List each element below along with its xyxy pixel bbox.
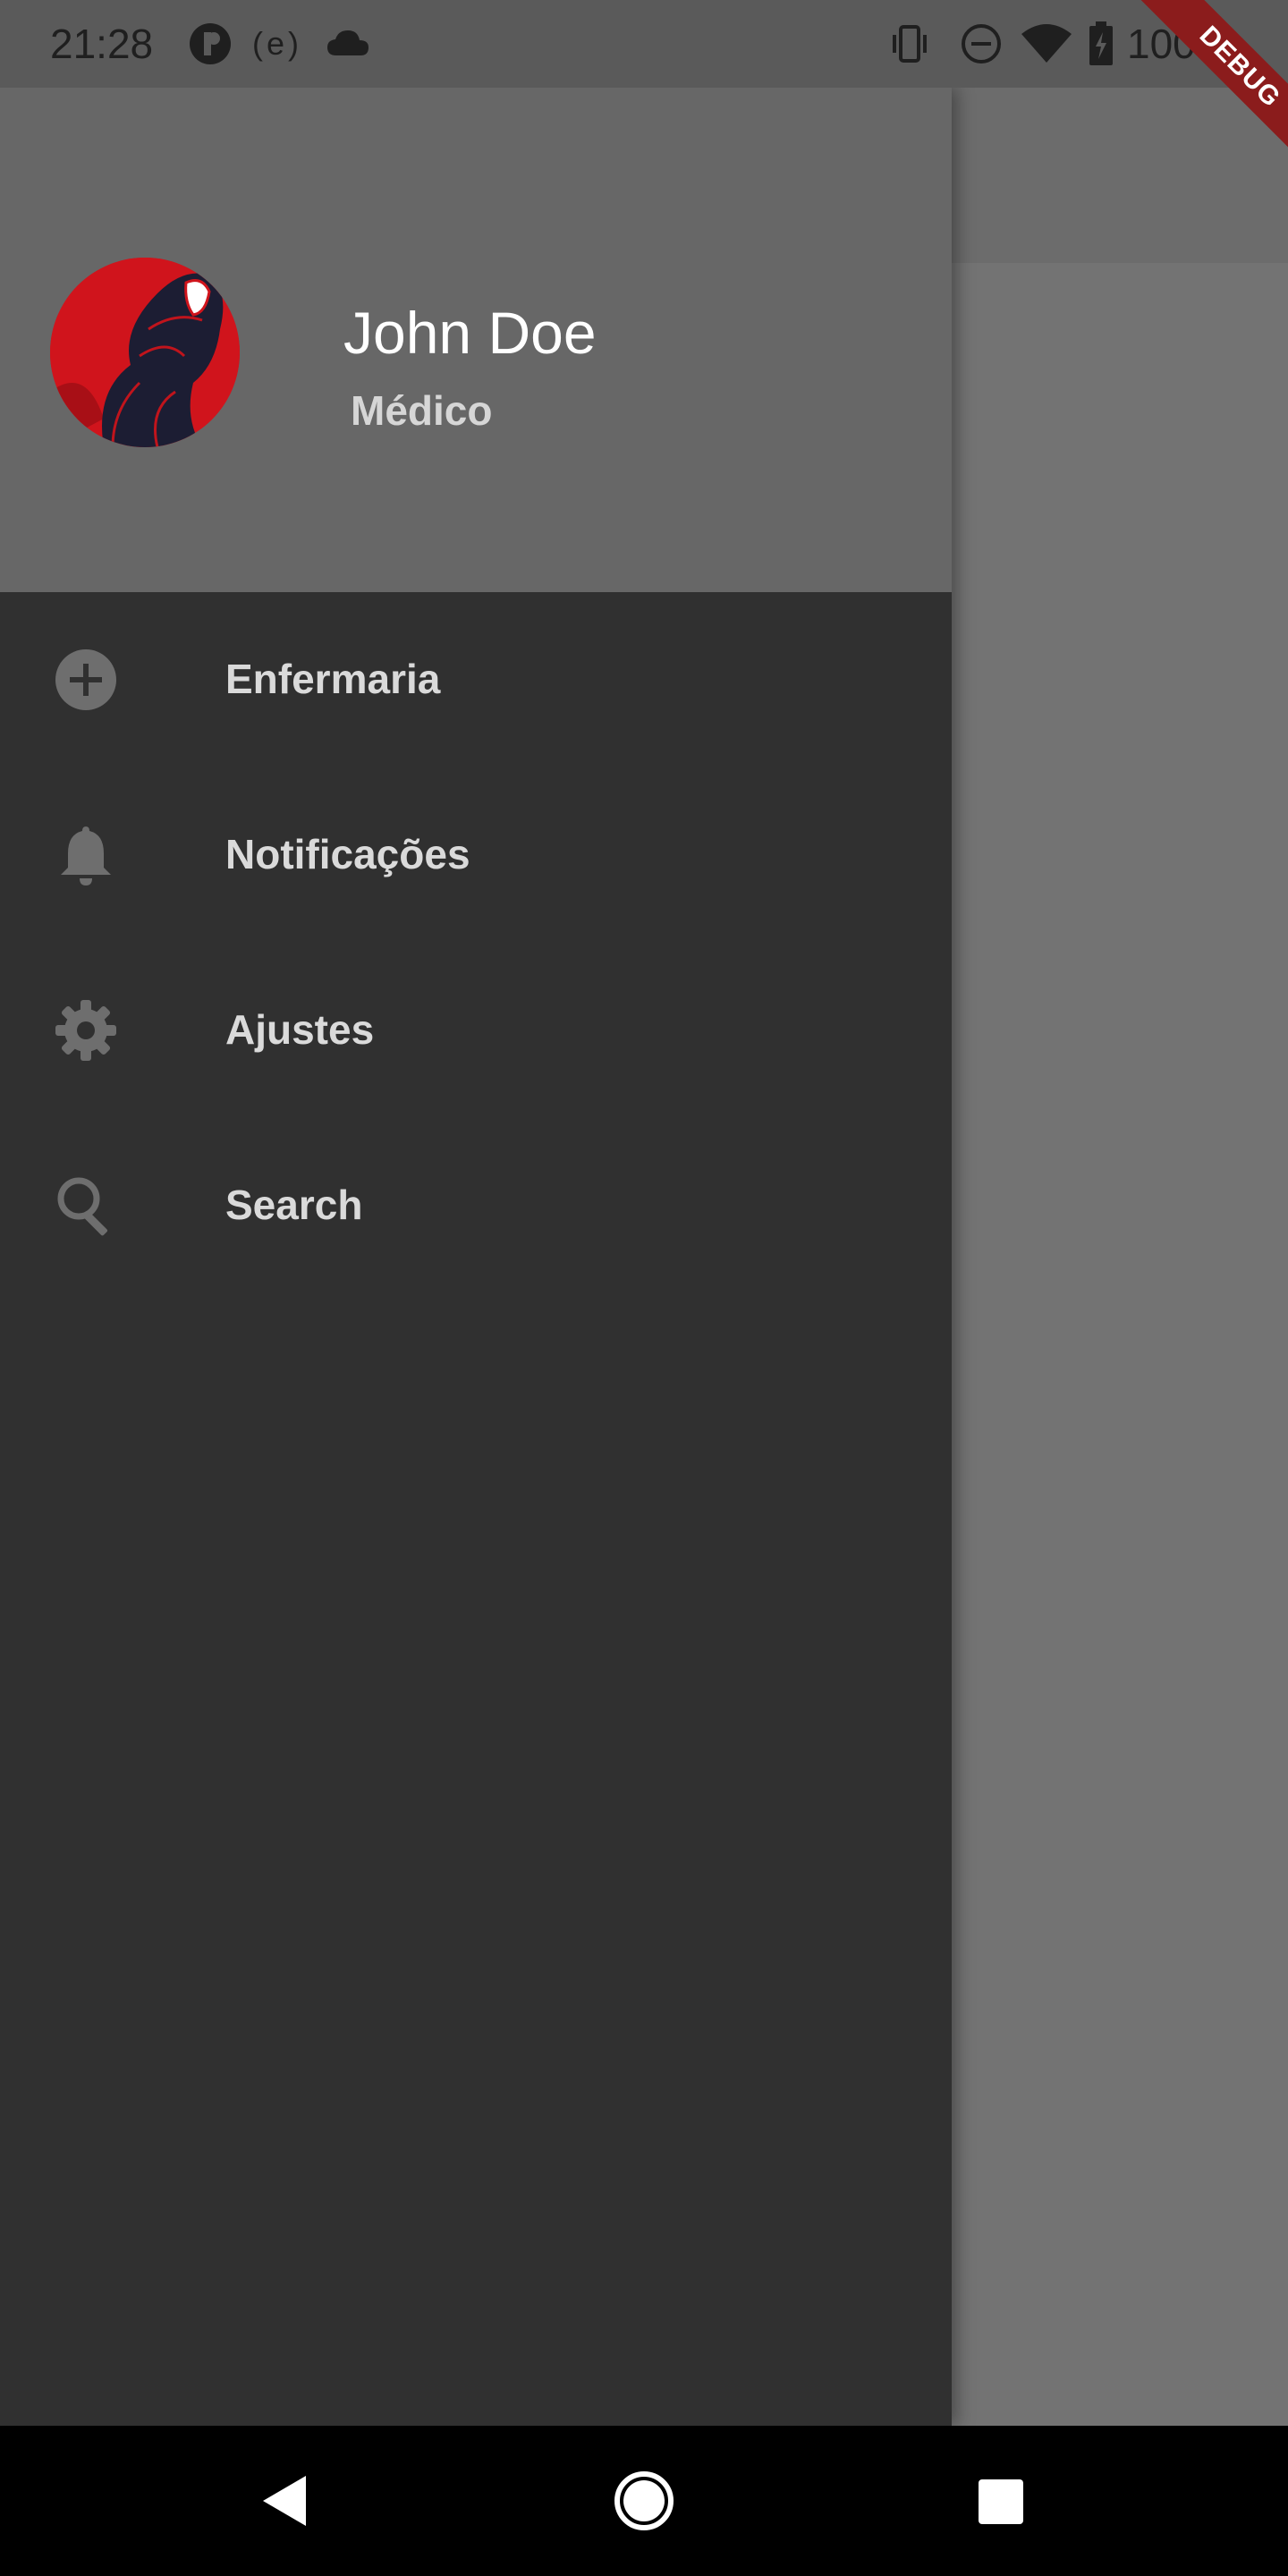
drawer-menu: Enfermaria Notificações Ajustes Search bbox=[0, 592, 952, 1293]
user-name: John Doe bbox=[343, 300, 597, 366]
vibrate-icon bbox=[893, 25, 927, 63]
background-scrim[interactable] bbox=[952, 263, 1288, 2426]
bell-icon bbox=[61, 826, 111, 886]
user-role: Médico bbox=[351, 387, 493, 434]
wifi-icon bbox=[1021, 24, 1072, 63]
back-icon[interactable] bbox=[209, 2426, 360, 2576]
cloud-icon bbox=[327, 30, 369, 55]
add-circle-icon bbox=[55, 649, 116, 710]
p-circle-icon bbox=[190, 23, 231, 64]
gear-icon bbox=[55, 1000, 116, 1061]
debug-banner: DEBUG bbox=[1106, 0, 1288, 182]
menu-item-label: Notificações bbox=[225, 831, 470, 877]
menu-item-ajustes[interactable]: Ajustes bbox=[0, 943, 952, 1118]
menu-item-notificacoes[interactable]: Notificações bbox=[0, 767, 952, 943]
do-not-disturb-icon bbox=[962, 24, 1001, 64]
navigation-drawer: John Doe Médico Enfermaria Notificações bbox=[0, 88, 952, 2426]
debug-banner-label: DEBUG bbox=[1116, 0, 1288, 182]
drawer-header: John Doe Médico bbox=[0, 88, 952, 592]
e-parentheses-icon: (e) bbox=[252, 25, 302, 62]
menu-item-enfermaria[interactable]: Enfermaria bbox=[0, 592, 952, 767]
menu-item-search[interactable]: Search bbox=[0, 1118, 952, 1293]
status-bar: 21:28 (e) 100% bbox=[0, 0, 1288, 88]
home-icon[interactable] bbox=[569, 2426, 719, 2576]
menu-item-label: Enfermaria bbox=[225, 656, 441, 702]
system-nav-bar bbox=[0, 2426, 1288, 2576]
status-time: 21:28 bbox=[50, 21, 154, 67]
search-icon bbox=[57, 1177, 108, 1236]
spider-man-avatar bbox=[50, 258, 240, 447]
avatar[interactable] bbox=[50, 258, 240, 447]
menu-item-label: Search bbox=[225, 1182, 363, 1228]
recents-icon[interactable] bbox=[925, 2426, 1075, 2576]
menu-item-label: Ajustes bbox=[225, 1006, 375, 1053]
